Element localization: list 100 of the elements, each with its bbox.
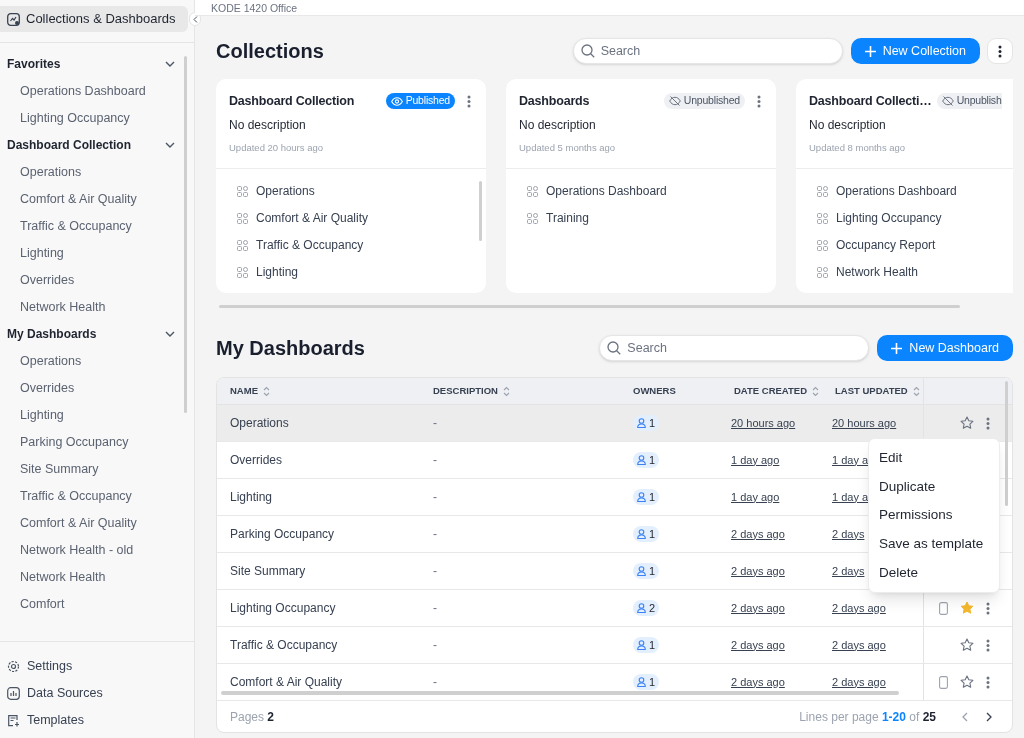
collection-card[interactable]: Dashboard Collecti… Unpublish No description Updated 8 months ago Operations Dashboard Lighting Occupancy Occupancy Report Network Health — [796, 79, 1013, 293]
more-button[interactable] — [987, 38, 1013, 64]
sidebar-item[interactable]: Comfort — [0, 596, 65, 612]
date-link[interactable]: 2 days — [832, 525, 865, 543]
more-button[interactable] — [986, 416, 990, 430]
sidebar-header-item[interactable]: Collections & Dashboards — [0, 6, 188, 32]
sidebar-item[interactable]: Lighting — [0, 407, 64, 423]
sidebar-item[interactable]: Overrides — [0, 272, 75, 288]
menu-item[interactable]: Edit — [869, 444, 999, 473]
table-row[interactable]: Comfort & Air Quality - 1 2 days ago 2 days ago — [217, 664, 1012, 701]
favorite-button[interactable] — [960, 638, 974, 652]
column-header[interactable]: LAST UPDATED — [835, 383, 908, 399]
favorite-button[interactable] — [960, 416, 974, 430]
sidebar-section-header[interactable]: My Dashboards — [0, 326, 185, 342]
sidebar-footer-item[interactable]: Templates — [0, 712, 84, 728]
collection-card[interactable]: Dashboards Unpublished No description Updated 5 months ago Operations Dashboard Training — [506, 79, 776, 293]
sidebar-item[interactable]: Lighting Occupancy — [0, 110, 130, 126]
gear-icon — [7, 659, 20, 673]
owners-badge[interactable]: 1 — [633, 637, 660, 653]
column-header[interactable]: DESCRIPTION — [433, 383, 498, 399]
search-field[interactable]: Search — [572, 38, 843, 64]
date-link[interactable]: 2 days ago — [832, 599, 886, 617]
more-button[interactable] — [986, 675, 990, 689]
favorite-button[interactable] — [960, 675, 974, 689]
owners-badge[interactable]: 2 — [633, 600, 660, 616]
date-link[interactable]: 1 day a — [832, 451, 869, 469]
collection-card[interactable]: Dashboard Collection Published No description Updated 20 hours ago Operations Comfort & Air Quality Traffic & Occupancy Lighting — [216, 79, 486, 293]
table-cell-text: Operations — [230, 415, 289, 432]
previous-page-button[interactable] — [962, 711, 968, 722]
dashboard-link[interactable]: Lighting — [237, 264, 299, 281]
date-link[interactable]: 2 days ago — [832, 636, 886, 654]
date-link[interactable]: 2 days — [832, 562, 865, 580]
more-button[interactable] — [755, 94, 763, 108]
sidebar-item[interactable]: Comfort & Air Quality — [0, 515, 137, 531]
sidebar-item[interactable]: Traffic & Occupancy — [0, 488, 132, 504]
person-icon — [637, 455, 646, 465]
sidebar-item[interactable]: Site Summary — [0, 461, 99, 477]
sidebar-item[interactable]: Operations — [0, 353, 82, 369]
sidebar-section-header[interactable]: Favorites — [0, 56, 185, 72]
date-link[interactable]: 1 day ago — [731, 488, 780, 506]
sidebar-item[interactable]: Parking Occupancy — [0, 434, 129, 450]
more-button[interactable] — [986, 638, 990, 652]
scrollbar[interactable] — [219, 305, 960, 308]
sidebar-item[interactable]: Operations — [0, 164, 82, 180]
dashboard-link[interactable]: Traffic & Occupancy — [237, 237, 364, 254]
sidebar-footer-item[interactable]: Data Sources — [0, 685, 103, 701]
crossed-eye-icon — [941, 96, 954, 106]
dashboard-link[interactable]: Operations Dashboard — [817, 183, 957, 200]
dashboard-link[interactable]: Occupancy Report — [817, 237, 936, 254]
table-row[interactable]: Operations - 1 20 hours ago 20 hours ago — [217, 405, 1012, 442]
more-button[interactable] — [465, 94, 473, 108]
owners-badge[interactable]: 1 — [633, 526, 660, 542]
column-header[interactable]: NAME — [230, 383, 258, 399]
sidebar-item[interactable]: Network Health - old — [0, 542, 134, 558]
search-field[interactable]: Search — [599, 335, 870, 361]
scrollbar[interactable] — [479, 181, 482, 242]
date-link[interactable]: 2 days ago — [731, 562, 785, 580]
sidebar-item[interactable]: Operations Dashboard — [0, 83, 146, 99]
owners-badge[interactable]: 1 — [633, 415, 660, 431]
date-link[interactable]: 20 hours ago — [832, 414, 897, 432]
scrollbar[interactable] — [184, 56, 187, 413]
dashboard-link[interactable]: Comfort & Air Quality — [237, 210, 369, 227]
sidebar-item[interactable]: Network Health — [0, 569, 106, 585]
scrollbar[interactable] — [1005, 381, 1008, 506]
sidebar-item[interactable]: Network Health — [0, 299, 106, 315]
dashboard-link[interactable]: Operations Dashboard — [527, 183, 667, 200]
table-row[interactable]: Traffic & Occupancy - 1 2 days ago 2 days ago — [217, 627, 1012, 664]
more-button[interactable] — [986, 601, 990, 615]
dashboard-link[interactable]: Network Health — [817, 264, 919, 281]
date-link[interactable]: 2 days ago — [731, 599, 785, 617]
date-link[interactable]: 2 days ago — [731, 636, 785, 654]
sidebar-item[interactable]: Lighting — [0, 245, 64, 261]
date-link[interactable]: 20 hours ago — [731, 414, 796, 432]
date-link[interactable]: 1 day ago — [731, 451, 780, 469]
primary-button[interactable]: New Collection — [850, 38, 980, 64]
owners-badge[interactable]: 1 — [633, 563, 660, 579]
sidebar-footer-item[interactable]: Settings — [0, 658, 73, 674]
table-row[interactable]: Lighting Occupancy - 2 2 days ago 2 days ago — [217, 590, 1012, 627]
column-header[interactable]: DATE CREATED — [734, 383, 807, 399]
dashboard-link[interactable]: Lighting Occupancy — [817, 210, 942, 227]
dashboard-link[interactable]: Training — [527, 210, 589, 227]
date-link[interactable]: 1 day a — [832, 488, 869, 506]
sidebar-item[interactable]: Traffic & Occupancy — [0, 218, 132, 234]
next-page-button[interactable] — [986, 711, 992, 722]
sidebar-section-header[interactable]: Dashboard Collection — [0, 137, 185, 153]
sidebar-item[interactable]: Comfort & Air Quality — [0, 191, 137, 207]
scrollbar[interactable] — [221, 691, 899, 695]
dashboard-link[interactable]: Operations — [237, 183, 315, 200]
date-link[interactable]: 2 days ago — [731, 525, 785, 543]
person-icon — [637, 566, 646, 576]
date-link[interactable]: 2 days ago — [731, 673, 785, 691]
date-link[interactable]: 2 days ago — [832, 673, 886, 691]
filled-star-icon — [960, 601, 974, 615]
sidebar-item[interactable]: Overrides — [0, 380, 75, 396]
menu-item[interactable]: Delete — [869, 558, 999, 587]
owners-badge[interactable]: 1 — [633, 674, 660, 690]
owners-badge[interactable]: 1 — [633, 452, 660, 468]
star-icon — [960, 638, 974, 652]
owners-badge[interactable]: 1 — [633, 489, 660, 505]
primary-button[interactable]: New Dashboard — [877, 335, 1013, 361]
